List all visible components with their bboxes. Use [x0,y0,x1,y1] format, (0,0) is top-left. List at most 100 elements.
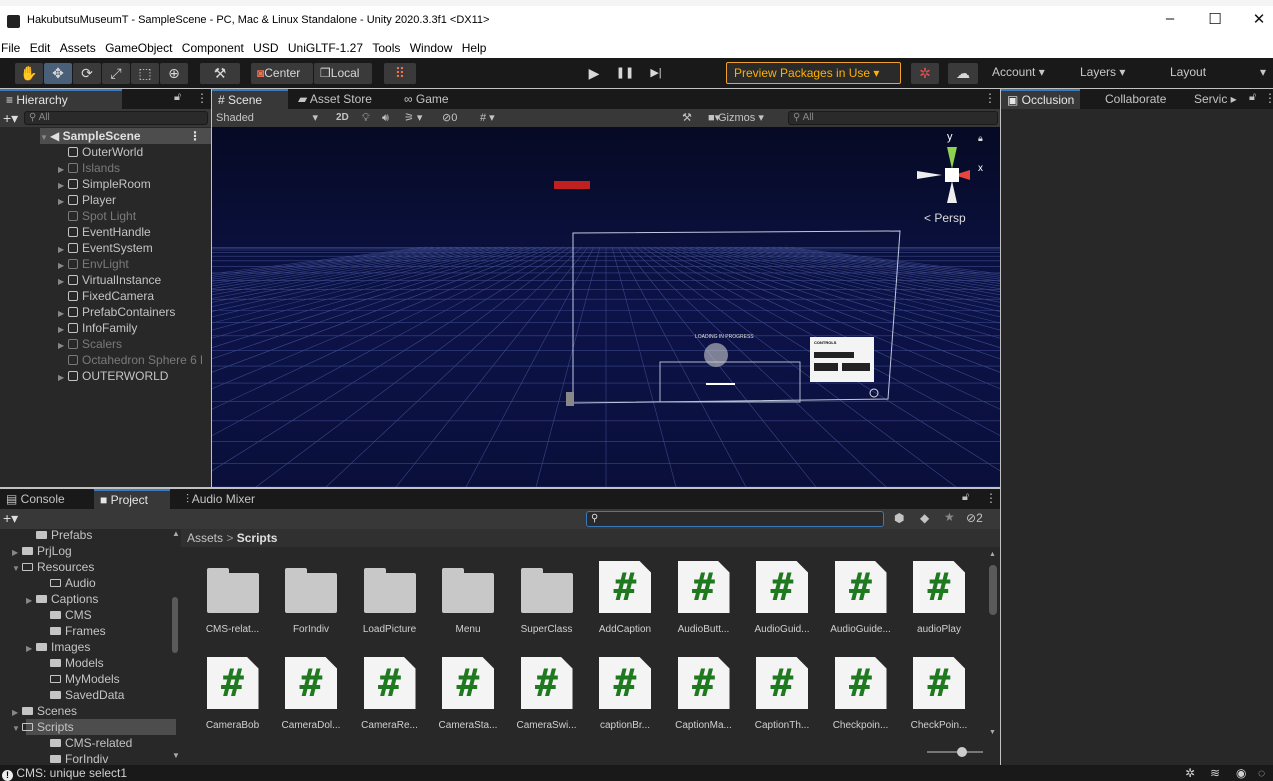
gizmo-lock-icon[interactable]: 🔒︎ [978,133,983,144]
tab-collaborate[interactable]: Collaborate [1099,89,1172,109]
debug-icon[interactable]: ◉ [1236,765,1246,781]
tab-console[interactable]: ▤ Console [0,489,92,509]
asset-item[interactable]: SuperClass [509,561,584,635]
project-folder-item[interactable]: Prefabs [36,529,92,543]
search-by-type-icon[interactable]: ⬢ [894,511,904,525]
menu-help[interactable]: Help [462,38,487,58]
minimize-button[interactable]: – [1158,10,1182,27]
custom-tool-icon[interactable]: ⚒ [200,63,240,84]
hand-tool-icon[interactable]: ✋ [15,63,43,84]
asset-item[interactable]: # CameraSwi... [509,657,584,731]
tab-services[interactable]: Servic ▸ [1188,89,1243,109]
toggle-2d-button[interactable]: 2D [336,109,349,127]
network-icon[interactable]: ≋ [1210,765,1220,781]
menu-file[interactable]: File [1,38,20,58]
close-button[interactable]: ✕ [1247,10,1271,28]
menu-unigltf[interactable]: UniGLTF-1.27 [288,38,363,58]
bake-icon[interactable]: ✲ [1185,765,1195,781]
project-folder-item[interactable]: ▶ PrjLog [12,543,72,559]
hierarchy-item[interactable]: ▶ OUTERWORLD [58,368,168,384]
add-object-button[interactable]: +▾ [3,110,18,127]
move-tool-icon[interactable]: ✥ [44,63,72,84]
tree-scroll-down-icon[interactable]: ▼ [172,751,180,760]
tab-hierarchy[interactable]: ≡ Hierarchy [0,89,122,109]
preview-packages-button[interactable]: Preview Packages in Use ▾ [726,62,901,84]
pivot-local-button[interactable]: ❒Local [314,63,372,84]
expand-arrow-icon[interactable]: ▶ [12,705,22,721]
gizmos-dropdown[interactable]: Gizmos ▾ [718,109,764,127]
status-message[interactable]: CMS: unique select1 [16,766,127,780]
scale-tool-icon[interactable]: ⤢ [102,63,130,84]
project-folder-item[interactable]: ▶ Images [26,639,90,655]
cloud-icon[interactable]: ☁ [948,63,978,84]
grid-dropdown[interactable]: # ▾ [480,109,495,127]
hierarchy-item[interactable]: ▶ Player [58,192,116,208]
hierarchy-item[interactable]: Octahedron Sphere 6 l [58,352,203,368]
asset-item[interactable]: # Checkpoin... [823,657,898,731]
pause-button[interactable]: ❚❚ [611,63,639,84]
menu-assets[interactable]: Assets [60,38,96,58]
hierarchy-item[interactable]: ▶ PrefabContainers [58,304,175,320]
asset-item[interactable]: # CameraDol... [274,657,349,731]
project-folder-item[interactable]: ▼ Resources [12,559,94,575]
layers-dropdown[interactable]: Layers ▾ [1080,65,1125,79]
menu-component[interactable]: Component [182,38,244,58]
scene-search-input[interactable]: ⚲ All [788,111,998,125]
menu-window[interactable]: Window [410,38,453,58]
lock-icon[interactable]: 🔓︎ [174,91,181,104]
asset-item[interactable]: # AudioGuide... [823,561,898,635]
lock-icon[interactable]: 🔓︎ [1249,91,1256,104]
hierarchy-search-input[interactable]: ⚲ All [24,111,208,125]
shading-mode-dropdown[interactable]: Shaded ▾ [216,109,326,127]
asset-item[interactable]: LoadPicture [352,561,427,635]
tab-asset-store[interactable]: ▰ Asset Store [292,89,378,109]
expand-arrow-icon[interactable]: ▶ [12,545,22,561]
scene-kebab-icon[interactable]: ⋮ [984,91,996,105]
breadcrumb-scripts[interactable]: Scripts [237,531,278,545]
favorite-star-icon[interactable]: ★ [944,510,955,524]
search-by-label-icon[interactable]: ◆ [920,511,929,525]
hierarchy-item[interactable]: ▶ Scalers [58,336,122,352]
tab-audio-mixer[interactable]: ⫶ Audio Mixer [180,489,261,509]
scene-kebab-icon[interactable]: ⋮ [189,128,201,144]
hidden-packages-toggle[interactable]: ⊘2 [966,511,983,525]
grid-snap-icon[interactable]: ⠿ [384,63,416,84]
project-folder-item[interactable]: CMS-related [50,735,132,751]
expand-arrow-icon[interactable]: ▶ [58,370,68,386]
project-search-input[interactable]: ⚲ [586,511,884,527]
layout-dropdown[interactable]: Layout ▾ [1170,65,1270,79]
collab-icon[interactable]: ✲ [911,63,939,84]
asset-item[interactable]: # CameraRe... [352,657,427,731]
kebab-menu-icon[interactable]: ⋮ [196,91,208,105]
persp-label[interactable]: < Persp [924,211,966,225]
project-folder-item[interactable]: CMS [50,607,92,623]
hidden-objects-toggle[interactable]: ⊘0 [442,109,457,127]
create-asset-button[interactable]: +▾ [3,510,18,527]
hierarchy-item[interactable]: ▶ Islands [58,160,120,176]
rect-tool-icon[interactable]: ⬚ [131,63,159,84]
progress-icon[interactable]: ◌ [1258,765,1265,781]
menu-usd[interactable]: USD [253,38,278,58]
asset-item[interactable]: CMS-relat... [195,561,270,635]
menu-gameobject[interactable]: GameObject [105,38,172,58]
asset-item[interactable]: # CameraBob [195,657,270,731]
project-folder-item[interactable]: Models [50,655,104,671]
project-folder-item[interactable]: ▶ Captions [26,591,98,607]
hierarchy-item[interactable]: ▶ EnvLight [58,256,129,272]
asset-item[interactable]: # audioPlay [902,561,977,635]
menu-tools[interactable]: Tools [372,38,400,58]
breadcrumb-assets[interactable]: Assets [187,531,223,545]
project-folder-item[interactable]: MyModels [50,671,120,687]
project-folder-item[interactable]: ▼ Scripts [12,719,176,735]
project-folder-item[interactable]: ForIndiv [50,751,108,765]
pivot-center-button[interactable]: ◙Center [251,63,313,84]
asset-item[interactable]: # CaptionTh... [745,657,820,731]
project-folder-item[interactable]: ▶ Scenes [12,703,77,719]
transform-tool-icon[interactable]: ⊕ [160,63,188,84]
play-button[interactable]: ▶ [580,63,608,84]
hierarchy-item[interactable]: ▶ InfoFamily [58,320,137,336]
project-folder-item[interactable]: Audio [50,575,96,591]
audio-toggle-icon[interactable]: 🔊︎ [382,109,389,127]
expand-arrow-icon[interactable]: ▶ [26,641,36,657]
kebab-menu-icon[interactable]: ⋮ [985,491,997,505]
